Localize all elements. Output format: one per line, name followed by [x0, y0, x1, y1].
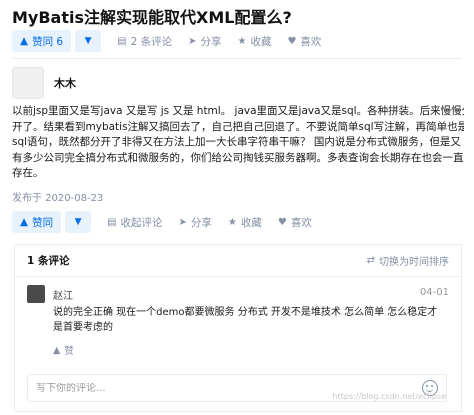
heart-icon: ♥ [277, 216, 287, 228]
like-button[interactable]: ♥ 喜欢 [287, 34, 321, 49]
answer-line: 存在。 [12, 167, 44, 179]
sort-toggle[interactable]: ⇄ 切换为时间排序 [367, 253, 449, 268]
comment-text: 说的完全正确 现在一个demo都要微服务 分布式 开发不是堆技术 怎么简单 怎么… [53, 305, 451, 335]
comment-line: 是首要考虑的 [53, 322, 113, 333]
upvote-label: 赞同 6 [32, 35, 64, 48]
like-label: 喜欢 [300, 35, 322, 48]
favorite-label: 收藏 [240, 216, 262, 229]
favorite-button[interactable]: ★ 收藏 [228, 215, 262, 230]
share-button[interactable]: ➤ 分享 [179, 215, 212, 230]
comments-label: 2 条评论 [130, 35, 173, 48]
answer-line: sql语句，既然都分开了非得又在方法上加一大长串字符串干嘛？ 国内说是分布式微服… [12, 136, 461, 148]
comments-panel: 1 条评论 ⇄ 切换为时间排序 赵江 04-01 说的完全正确 现在一个demo… [14, 244, 462, 412]
heart-icon: ♥ [287, 35, 297, 47]
watermark: https://blog.csdn.net/eclipse [332, 392, 446, 401]
triangle-down-icon: ▼ [74, 217, 82, 227]
star-icon: ★ [227, 216, 237, 228]
comment-user[interactable]: 赵江 [53, 287, 73, 302]
answer-line: 开了。结果看到mybatis注解又搞回去了，自己把自己回退了。不要说简单sql写… [12, 120, 464, 133]
comments-header: 1 条评论 ⇄ 切换为时间排序 [15, 245, 461, 277]
answer-action-bar: ▲ 赞同 ▼ ▤ 收起评论 ➤ 分享 ★ 收藏 ♥ 喜欢 [12, 211, 312, 233]
share-label: 分享 [200, 35, 222, 48]
upvote-button[interactable]: ▲ 赞同 [12, 211, 62, 233]
author-name[interactable]: 木木 [54, 75, 76, 91]
comments-button[interactable]: ▤ 2 条评论 [117, 34, 172, 49]
comment-icon: ▤ [117, 35, 127, 47]
downvote-button[interactable]: ▼ [75, 30, 102, 52]
answer-author: 木木 [12, 67, 76, 99]
share-button[interactable]: ➤ 分享 [188, 34, 221, 49]
triangle-down-icon: ▼ [84, 36, 92, 46]
share-label: 分享 [190, 216, 212, 229]
like-button[interactable]: ♥ 喜欢 [278, 215, 312, 230]
sort-toggle-label: 切换为时间排序 [379, 257, 449, 268]
collapse-comments-label: 收起评论 [120, 216, 163, 229]
avatar[interactable] [12, 67, 44, 99]
like-label: 喜欢 [290, 216, 312, 229]
triangle-up-icon: ▲ [20, 35, 29, 47]
collapse-comments-button[interactable]: ▤ 收起评论 [107, 215, 162, 230]
publish-date[interactable]: 发布于 2020-08-23 [12, 189, 103, 204]
comment-date: 04-01 [419, 287, 449, 298]
downvote-button[interactable]: ▼ [65, 211, 92, 233]
answer-content: 以前jsp里面又是写java 又是写 js 又是 html。 java里面又是j… [12, 104, 464, 182]
comment-like-button[interactable]: ▲ 赞 [53, 343, 74, 358]
thumbs-up-icon: ▲ [53, 344, 61, 356]
avatar[interactable] [27, 285, 45, 303]
comment-count: 1 条评论 [27, 255, 70, 267]
share-icon: ➤ [178, 216, 187, 228]
answer-line: 以前jsp里面又是写java 又是写 js 又是 html。 java里面又是j… [12, 105, 464, 117]
favorite-button[interactable]: ★ 收藏 [237, 34, 271, 49]
share-icon: ➤ [188, 35, 197, 47]
upvote-label: 赞同 [32, 216, 54, 229]
star-icon: ★ [237, 35, 247, 47]
upvote-button[interactable]: ▲ 赞同 6 [12, 30, 72, 52]
comment-like-label: 赞 [64, 346, 74, 357]
question-action-bar: ▲ 赞同 6 ▼ ▤ 2 条评论 ➤ 分享 ★ 收藏 ♥ 喜欢 [12, 30, 321, 52]
favorite-label: 收藏 [250, 35, 272, 48]
divider [12, 58, 462, 59]
swap-icon: ⇄ [366, 255, 375, 266]
answer-line: 有多少公司完全搞分布式和微服务的，你们给公司掏钱买服务器啊。多表查询会长期存在也… [12, 151, 464, 164]
comment-icon: ▤ [107, 216, 117, 228]
triangle-up-icon: ▲ [20, 216, 29, 228]
question-title: MyBatis注解实现能取代XML配置么? [12, 8, 292, 27]
comment-line: 说的完全正确 现在一个demo都要微服务 分布式 开发不是堆技术 怎么简单 怎么… [53, 307, 438, 318]
